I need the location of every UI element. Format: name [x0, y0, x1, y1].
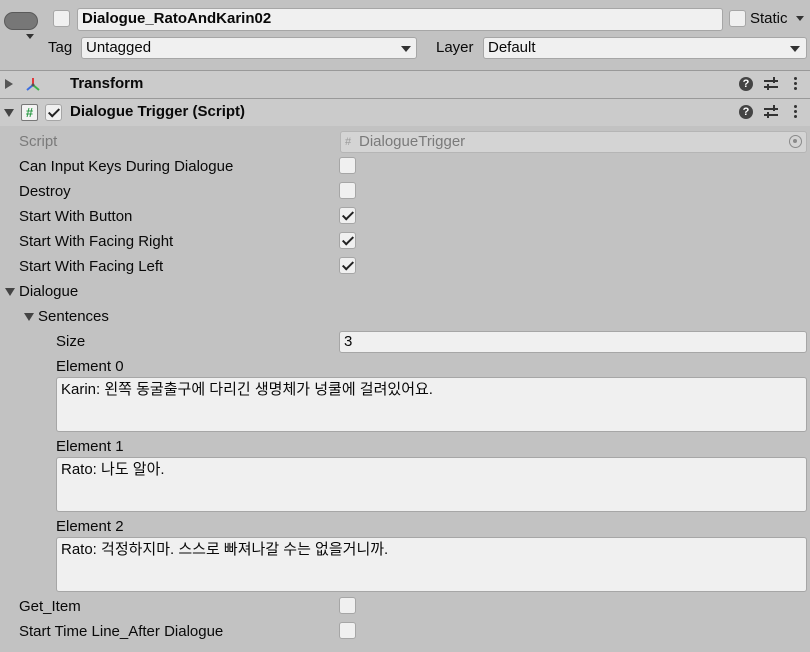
tag-dropdown-value: Untagged — [86, 39, 152, 56]
script-icon: # — [21, 104, 38, 121]
element-2-label: Element 2 — [56, 518, 124, 535]
size-field[interactable]: 3 — [339, 331, 807, 353]
script-field-value: DialogueTrigger — [359, 133, 466, 150]
transform-title: Transform — [70, 75, 144, 92]
can-input-keys-label: Can Input Keys During Dialogue — [19, 158, 234, 175]
static-label[interactable]: Static — [750, 9, 788, 29]
object-picker-icon[interactable] — [789, 135, 802, 148]
destroy-label: Destroy — [19, 183, 71, 200]
tag-dropdown-arrow — [401, 46, 411, 52]
dialogue-trigger-foldout-arrow[interactable] — [4, 109, 14, 117]
element-1-label: Element 1 — [56, 438, 124, 455]
gameobject-icon[interactable] — [4, 12, 38, 30]
sentences-foldout-arrow[interactable] — [24, 313, 34, 321]
get-item-checkbox[interactable] — [339, 597, 356, 614]
start-with-facing-right-label: Start With Facing Right — [19, 233, 174, 250]
transform-help-icon[interactable]: ? — [739, 77, 753, 91]
dialogue-foldout-arrow[interactable] — [5, 288, 15, 296]
sentences-label[interactable]: Sentences — [38, 307, 109, 327]
destroy-checkbox[interactable] — [339, 182, 356, 199]
dialogue-trigger-title: Dialogue Trigger (Script) — [70, 103, 246, 120]
layer-dropdown[interactable]: Default — [483, 37, 807, 59]
start-with-button-checkbox[interactable] — [339, 207, 356, 224]
layer-label: Layer — [436, 39, 474, 56]
object-name-field[interactable]: Dialogue_RatoAndKarin02 — [77, 8, 723, 31]
start-with-facing-left-label: Start With Facing Left — [19, 258, 164, 275]
start-with-button-label: Start With Button — [19, 208, 133, 225]
element-0-label: Element 0 — [56, 358, 124, 375]
size-label: Size — [56, 333, 86, 350]
transform-header[interactable]: Transform ? — [0, 70, 810, 98]
transform-icon — [26, 78, 40, 91]
active-toggle[interactable] — [53, 10, 70, 27]
dialogue-trigger-help-icon[interactable]: ? — [739, 105, 753, 119]
start-with-facing-right-checkbox[interactable] — [339, 232, 356, 249]
transform-foldout-arrow[interactable] — [5, 79, 13, 89]
tag-label: Tag — [48, 39, 73, 56]
start-time-line-checkbox[interactable] — [339, 622, 356, 639]
script-label: Script — [19, 133, 58, 150]
script-field: DialogueTrigger — [340, 131, 807, 153]
dialogue-label[interactable]: Dialogue — [19, 282, 78, 302]
dialogue-trigger-kebab-menu-icon[interactable] — [794, 105, 798, 119]
tag-dropdown[interactable]: Untagged — [81, 37, 417, 59]
transform-kebab-menu-icon[interactable] — [794, 77, 798, 91]
transform-preset-icon[interactable] — [764, 77, 778, 91]
static-checkbox[interactable] — [729, 10, 746, 27]
start-time-line-label: Start Time Line_After Dialogue — [19, 623, 224, 640]
element-2-textarea[interactable]: Rato: 걱정하지마. 스스로 빠져나갈 수는 없을거니까. — [56, 537, 807, 592]
get-item-label: Get_Item — [19, 598, 81, 615]
start-with-facing-left-checkbox[interactable] — [339, 257, 356, 274]
dialogue-trigger-enabled-checkbox[interactable] — [45, 104, 62, 121]
layer-dropdown-arrow — [790, 46, 800, 52]
element-1-textarea[interactable]: Rato: 나도 알아. — [56, 457, 807, 512]
static-dropdown-arrow[interactable] — [796, 16, 804, 21]
element-0-textarea[interactable]: Karin: 왼쪽 동굴출구에 다리긴 생명체가 넝쿨에 걸려있어요. — [56, 377, 807, 432]
can-input-keys-checkbox[interactable] — [339, 157, 356, 174]
dialogue-trigger-header[interactable]: # Dialogue Trigger (Script) ? — [0, 98, 810, 126]
gameobject-icon-dropdown-arrow[interactable] — [26, 34, 34, 39]
script-field-icon: # — [345, 136, 352, 148]
layer-dropdown-value: Default — [488, 39, 536, 56]
dialogue-trigger-preset-icon[interactable] — [764, 105, 778, 119]
